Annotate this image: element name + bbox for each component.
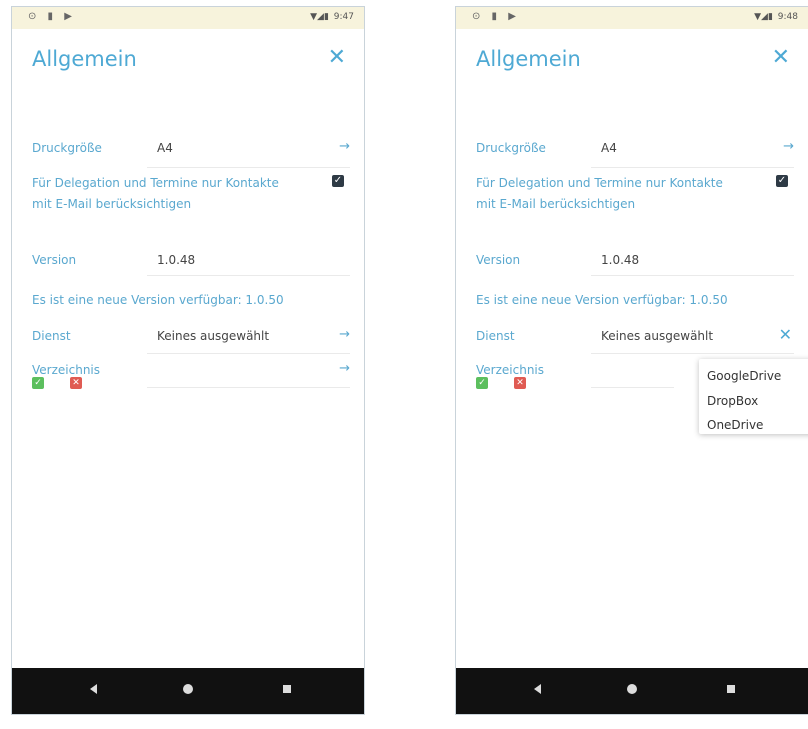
arrow-right-icon[interactable]: → — [783, 139, 794, 154]
divider — [147, 387, 350, 388]
directory-label: Verzeichnis — [32, 363, 101, 377]
confirm-button[interactable]: ✓ — [32, 377, 44, 389]
version-label: Version — [32, 253, 77, 267]
recent-apps-icon[interactable] — [727, 685, 735, 693]
status-time: 9:47 — [333, 12, 354, 22]
cancel-button[interactable]: ✕ — [70, 377, 82, 389]
service-row[interactable]: Dienst Keines ausgewählt → — [32, 327, 350, 357]
home-icon[interactable] — [183, 684, 193, 694]
print-size-value: A4 — [601, 141, 617, 155]
back-icon[interactable] — [534, 684, 541, 694]
status-time: 9:48 — [777, 12, 798, 22]
version-value: 1.0.48 — [601, 253, 640, 267]
version-label: Version — [476, 253, 521, 267]
divider — [591, 353, 794, 354]
divider — [147, 353, 350, 354]
print-size-row[interactable]: Druckgröße A4 → — [32, 139, 350, 169]
divider — [591, 167, 794, 168]
arrow-right-icon[interactable]: → — [339, 361, 350, 376]
status-notification-icons: ⊙ ▮ ▶ — [472, 11, 520, 22]
android-nav-bar — [456, 668, 808, 714]
service-dropdown: GoogleDrive DropBox OneDrive — [699, 359, 808, 434]
back-icon[interactable] — [90, 684, 97, 694]
signal-battery-icon: ▼◢▮ — [310, 12, 329, 22]
page-title: Allgemein — [32, 47, 137, 71]
close-icon[interactable]: ✕ — [772, 47, 790, 69]
service-row[interactable]: Dienst Keines ausgewählt ✕ — [476, 325, 794, 357]
cancel-button[interactable]: ✕ — [514, 377, 526, 389]
service-label: Dienst — [32, 329, 71, 343]
status-system-area: ▼◢▮ 9:47 — [308, 12, 354, 22]
delegation-setting-label: Für Delegation und Termine nur Kontakte … — [476, 176, 723, 211]
phone-screen-right: ⊙ ▮ ▶ ▼◢▮ 9:48 Allgemein ✕ Druckgröße A4… — [455, 6, 808, 715]
version-row: Version 1.0.48 — [476, 251, 794, 281]
version-row: Version 1.0.48 — [32, 251, 350, 281]
status-bar: ⊙ ▮ ▶ ▼◢▮ 9:48 — [456, 7, 808, 29]
status-bar: ⊙ ▮ ▶ ▼◢▮ 9:47 — [12, 7, 364, 29]
dropdown-option-dropbox[interactable]: DropBox — [707, 394, 758, 408]
delegation-setting-label: Für Delegation und Termine nur Kontakte … — [32, 176, 279, 211]
update-notice: Es ist eine neue Version verfügbar: 1.0.… — [476, 293, 728, 307]
arrow-right-icon[interactable]: → — [339, 327, 350, 342]
print-size-label: Druckgröße — [476, 141, 546, 155]
service-value: Keines ausgewählt — [601, 329, 714, 343]
recent-apps-icon[interactable] — [283, 685, 291, 693]
service-label: Dienst — [476, 329, 515, 343]
print-size-value: A4 — [157, 141, 173, 155]
delegation-checkbox[interactable]: ✓ — [776, 175, 788, 187]
update-notice: Es ist eine neue Version verfügbar: 1.0.… — [32, 293, 284, 307]
print-size-label: Druckgröße — [32, 141, 102, 155]
delegation-checkbox[interactable]: ✓ — [332, 175, 344, 187]
android-nav-bar — [12, 668, 364, 714]
directory-label: Verzeichnis — [476, 363, 545, 377]
dropdown-option-googledrive[interactable]: GoogleDrive — [707, 369, 781, 383]
divider — [591, 387, 674, 388]
arrow-right-icon[interactable]: → — [339, 139, 350, 154]
close-icon[interactable]: ✕ — [328, 47, 346, 69]
divider — [591, 275, 794, 276]
phone-screen-left: ⊙ ▮ ▶ ▼◢▮ 9:47 Allgemein ✕ Druckgröße A4… — [11, 6, 365, 715]
dropdown-option-onedrive[interactable]: OneDrive — [707, 418, 763, 432]
service-value: Keines ausgewählt — [157, 329, 270, 343]
signal-battery-icon: ▼◢▮ — [754, 12, 773, 22]
version-value: 1.0.48 — [157, 253, 196, 267]
status-notification-icons: ⊙ ▮ ▶ — [28, 11, 76, 22]
print-size-row[interactable]: Druckgröße A4 → — [476, 139, 794, 169]
clear-selection-icon[interactable]: ✕ — [779, 325, 792, 344]
status-system-area: ▼◢▮ 9:48 — [752, 12, 798, 22]
divider — [147, 167, 350, 168]
divider — [147, 275, 350, 276]
confirm-button[interactable]: ✓ — [476, 377, 488, 389]
home-icon[interactable] — [627, 684, 637, 694]
page-title: Allgemein — [476, 47, 581, 71]
